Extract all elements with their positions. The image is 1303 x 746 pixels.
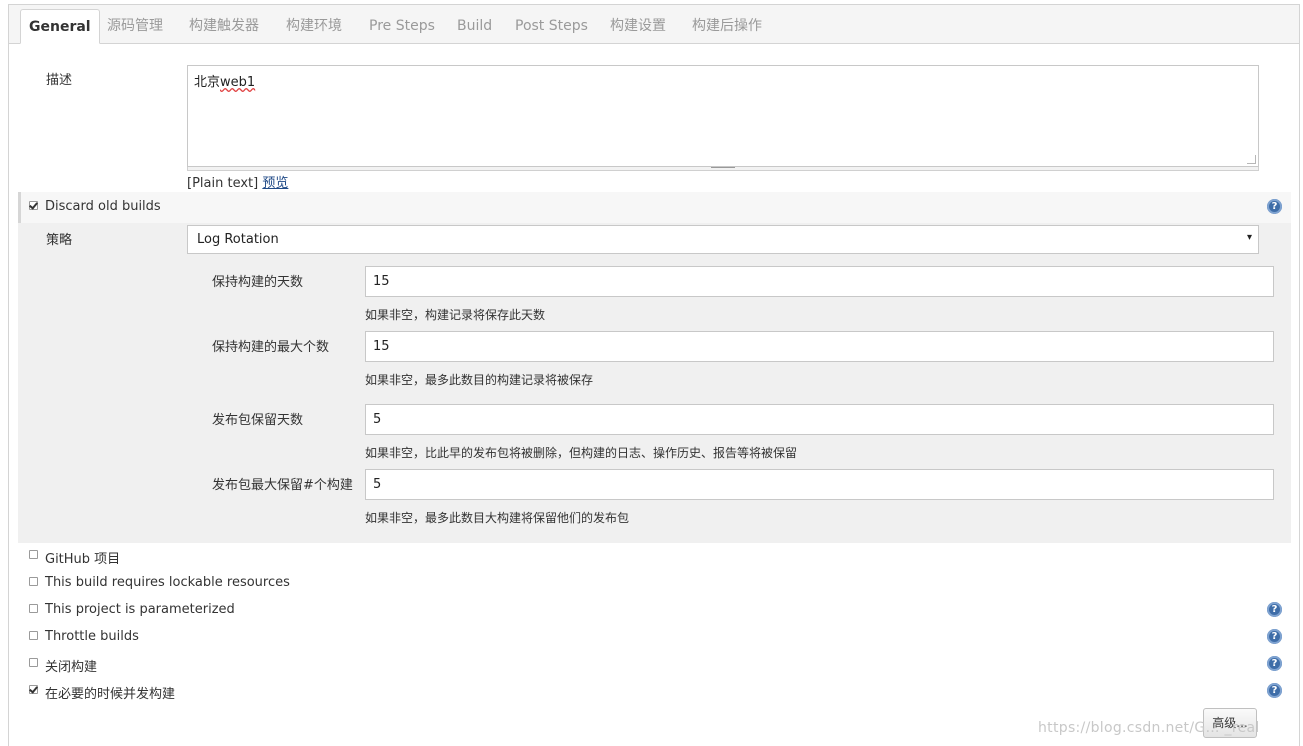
- plain-text-label: [Plain text]: [187, 176, 259, 191]
- artifact-days-label: 发布包保留天数: [212, 413, 304, 428]
- max-builds-value: 15: [373, 339, 390, 354]
- section-tabs: General 源码管理 构建触发器 构建环境 Pre Steps Build …: [9, 5, 1299, 44]
- github-project-label: GitHub 项目: [45, 552, 121, 567]
- tab-build-environment[interactable]: 构建环境: [286, 9, 342, 43]
- tab-pre-steps[interactable]: Pre Steps: [369, 9, 435, 43]
- artifact-max-builds-value: 5: [373, 477, 382, 492]
- max-builds-label: 保持构建的最大个数: [212, 340, 330, 355]
- disable-build-label: 关闭构建: [45, 660, 98, 675]
- drag-handle-icon: [711, 167, 735, 170]
- throttle-builds-label: Throttle builds: [45, 629, 139, 644]
- help-icon[interactable]: ?: [1267, 683, 1282, 698]
- tab-build-triggers[interactable]: 构建触发器: [189, 9, 259, 43]
- format-info: [Plain text] 预览: [187, 172, 288, 191]
- concurrent-build-checkbox[interactable]: [29, 685, 38, 694]
- days-to-keep-input[interactable]: 15: [365, 266, 1274, 297]
- parameterized-label: This project is parameterized: [45, 602, 235, 617]
- days-to-keep-value: 15: [373, 274, 390, 289]
- help-icon[interactable]: ?: [1267, 629, 1282, 644]
- disable-build-checkbox[interactable]: [29, 658, 38, 667]
- tab-post-steps[interactable]: Post Steps: [515, 9, 588, 43]
- tab-post-build-actions[interactable]: 构建后操作: [692, 9, 762, 43]
- resize-grip-icon[interactable]: [1247, 155, 1256, 164]
- max-builds-hint: 如果非空，最多此数目的构建记录将被保存: [365, 373, 594, 387]
- lockable-resources-checkbox[interactable]: [29, 577, 38, 586]
- description-value: 北京web1: [194, 75, 256, 90]
- artifact-max-builds-hint: 如果非空，最多此数目大构建将保留他们的发布包: [365, 511, 630, 525]
- artifact-days-input[interactable]: 5: [365, 404, 1274, 435]
- tab-source-management[interactable]: 源码管理: [107, 9, 163, 43]
- artifact-max-builds-label: 发布包最大保留#个构建: [212, 478, 353, 493]
- tab-general[interactable]: General: [20, 9, 100, 44]
- strategy-select[interactable]: Log Rotation ▾: [187, 225, 1259, 254]
- job-config-form: General 源码管理 构建触发器 构建环境 Pre Steps Build …: [8, 4, 1300, 746]
- watermark: https://blog.csdn.net/G… _real: [1038, 720, 1260, 736]
- github-project-checkbox[interactable]: [29, 550, 38, 559]
- max-builds-input[interactable]: 15: [365, 331, 1274, 362]
- throttle-builds-checkbox[interactable]: [29, 631, 38, 640]
- artifact-max-builds-input[interactable]: 5: [365, 469, 1274, 500]
- artifact-days-hint: 如果非空，比此早的发布包将被删除，但构建的日志、操作历史、报告等将被保留: [365, 446, 798, 460]
- artifact-days-value: 5: [373, 412, 382, 427]
- help-icon[interactable]: ?: [1267, 656, 1282, 671]
- concurrent-build-label: 在必要的时候并发构建: [45, 687, 176, 702]
- description-textarea[interactable]: 北京web1: [187, 65, 1259, 167]
- lockable-resources-label: This build requires lockable resources: [45, 575, 290, 590]
- textarea-expand-bar[interactable]: [187, 167, 1259, 171]
- description-label: 描述: [46, 73, 73, 88]
- days-to-keep-label: 保持构建的天数: [212, 275, 304, 290]
- strategy-label: 策略: [46, 233, 73, 248]
- strategy-selected-value: Log Rotation: [197, 232, 279, 247]
- days-to-keep-hint: 如果非空，构建记录将保存此天数: [365, 308, 546, 322]
- parameterized-checkbox[interactable]: [29, 604, 38, 613]
- discard-old-builds-label: Discard old builds: [45, 199, 161, 214]
- help-icon[interactable]: ?: [1267, 602, 1282, 617]
- tab-build[interactable]: Build: [457, 9, 492, 43]
- tab-build-settings[interactable]: 构建设置: [610, 9, 666, 43]
- preview-link[interactable]: 预览: [262, 176, 288, 191]
- help-icon[interactable]: ?: [1267, 199, 1282, 214]
- dropdown-arrow-icon: ▾: [1246, 232, 1252, 243]
- discard-old-builds-checkbox[interactable]: [29, 201, 38, 210]
